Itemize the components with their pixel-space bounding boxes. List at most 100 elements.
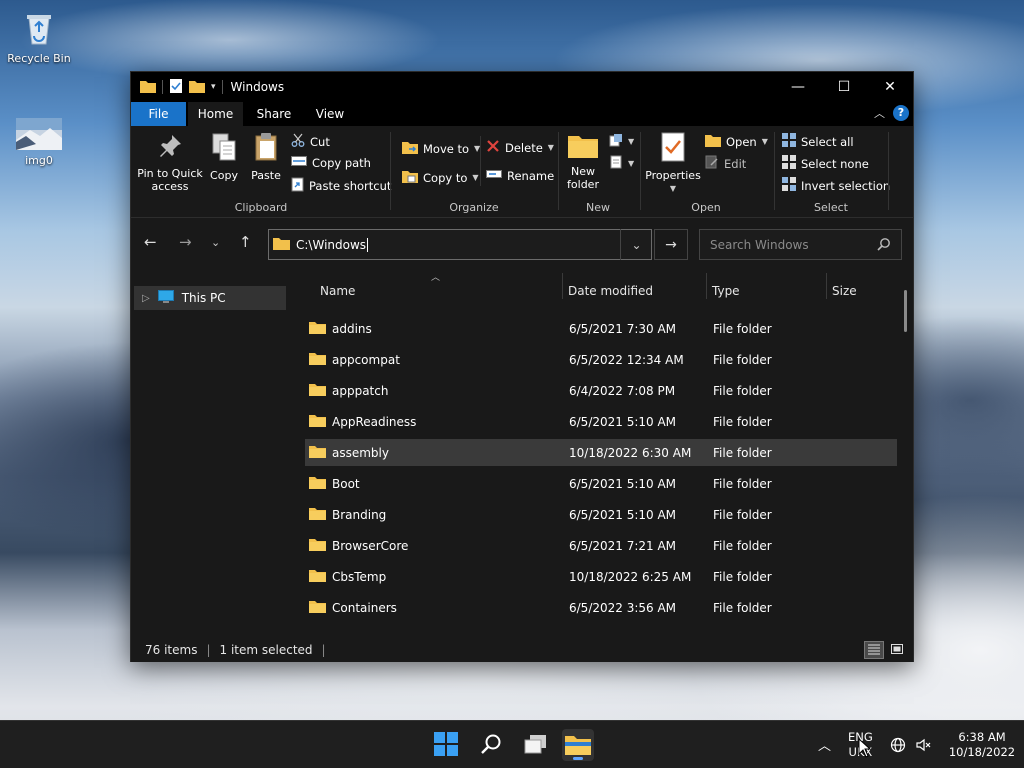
tree-item-this-pc[interactable]: ▷ This PC [134, 286, 286, 310]
back-arrow-icon[interactable]: ← [144, 233, 157, 251]
close-button[interactable]: ✕ [867, 72, 913, 102]
column-header-name[interactable]: Name [320, 278, 355, 304]
maximize-button[interactable]: ☐ [821, 72, 867, 102]
clock-date: 10/18/2022 [948, 745, 1016, 759]
file-row[interactable]: assembly 10/18/2022 6:30 AM File folder [305, 439, 897, 466]
delete-icon [486, 139, 500, 156]
details-view-icon [867, 643, 881, 658]
delete-button[interactable]: Delete ▼ [486, 139, 554, 156]
quick-access-dropdown-icon[interactable]: ▾ [211, 82, 216, 92]
select-none-button[interactable]: Select none [782, 155, 869, 172]
file-row[interactable]: CbsTemp 10/18/2022 6:25 AM File folder [305, 563, 897, 590]
open-button[interactable]: Open ▼ [705, 133, 768, 150]
rename-button[interactable]: Rename [486, 168, 554, 183]
file-row[interactable]: Boot 6/5/2021 5:10 AM File folder [305, 470, 897, 497]
edit-button[interactable]: Edit [705, 155, 746, 172]
forward-arrow-icon[interactable]: → [179, 233, 192, 251]
go-arrow-icon[interactable]: → [654, 229, 688, 260]
navigation-pane: ▷ This PC [131, 270, 291, 646]
this-pc-icon [157, 289, 174, 307]
copy-button[interactable]: Copy [207, 132, 241, 182]
start-button[interactable] [430, 729, 462, 761]
cut-button[interactable]: Cut [291, 133, 330, 150]
file-name-cell: apppatch [309, 382, 388, 399]
column-divider[interactable] [562, 273, 563, 299]
address-history-chevron-icon[interactable]: ⌄ [620, 229, 652, 260]
new-folder-icon [565, 132, 601, 161]
file-name: Branding [332, 507, 387, 522]
date-modified-cell: 6/5/2021 5:10 AM [569, 476, 677, 491]
file-row[interactable]: Containers 6/5/2022 3:56 AM File folder [305, 594, 897, 621]
file-row[interactable]: AppReadiness 6/5/2021 5:10 AM File folder [305, 408, 897, 435]
paste-shortcut-button[interactable]: Paste shortcut [291, 177, 391, 195]
pin-to-quick-access-button[interactable]: Pin to Quick access [137, 132, 203, 193]
divider: | [321, 643, 326, 657]
tab-share[interactable]: Share [249, 102, 299, 126]
network-globe-icon[interactable] [890, 737, 906, 756]
invert-selection-button[interactable]: Invert selection [782, 177, 890, 194]
file-row[interactable]: appcompat 6/5/2022 12:34 AM File folder [305, 346, 897, 373]
scissors-icon [291, 133, 305, 150]
group-label-new: New [586, 201, 610, 214]
vertical-scrollbar[interactable] [904, 290, 907, 332]
system-clock[interactable]: 6:38 AM 10/18/2022 [940, 730, 1024, 760]
help-icon[interactable]: ? [893, 105, 909, 121]
taskbar-search-button[interactable] [475, 729, 507, 761]
search-box[interactable]: Search Windows [699, 229, 902, 260]
column-divider[interactable] [706, 273, 707, 299]
desktop-icon-img0[interactable]: img0 [4, 118, 74, 167]
file-row[interactable]: BrowserCore 6/5/2021 7:21 AM File folder [305, 532, 897, 559]
copy-path-button[interactable]: Copy path [291, 155, 371, 170]
paste-button[interactable]: Paste [247, 132, 285, 182]
date-modified-cell: 6/5/2021 7:30 AM [569, 321, 677, 336]
folder-icon [309, 413, 326, 430]
desktop-icon-recycle-bin[interactable]: Recycle Bin [4, 8, 74, 65]
recent-locations-chevron-icon[interactable]: ⌄ [211, 236, 220, 249]
date-modified-cell: 6/5/2022 3:56 AM [569, 600, 677, 615]
title-bar[interactable]: ▾ Windows — ☐ ✕ [131, 72, 913, 102]
group-divider [390, 132, 391, 210]
type-cell: File folder [713, 569, 772, 584]
collapse-ribbon-icon[interactable]: ︿ [874, 105, 885, 121]
task-view-button[interactable] [520, 729, 552, 761]
file-row[interactable]: Branding 6/5/2021 5:10 AM File folder [305, 501, 897, 528]
edit-label: Edit [724, 156, 747, 171]
tab-file[interactable]: File [131, 102, 186, 126]
select-all-label: Select all [801, 134, 854, 149]
column-header-type[interactable]: Type [712, 278, 740, 304]
column-divider[interactable] [826, 273, 827, 299]
details-view-button[interactable] [864, 641, 884, 659]
file-explorer-taskbar-button[interactable] [562, 729, 594, 761]
status-bar: 76 items | 1 item selected | [131, 638, 913, 662]
volume-muted-icon[interactable] [916, 737, 932, 756]
large-icons-view-button[interactable] [887, 641, 907, 659]
easy-access-icon [609, 155, 623, 172]
easy-access-button[interactable]: ▼ [609, 155, 634, 172]
new-folder-button[interactable]: New folder [565, 132, 601, 191]
properties-button[interactable]: Properties ▼ [645, 132, 701, 195]
file-row[interactable]: addins 6/5/2021 7:30 AM File folder [305, 315, 897, 342]
new-item-button[interactable]: ▼ [609, 133, 634, 150]
column-header-date-modified[interactable]: Date modified [568, 278, 653, 304]
tab-home[interactable]: Home [188, 102, 243, 126]
task-view-icon [524, 733, 548, 758]
copy-to-button[interactable]: Copy to ▼ [402, 168, 479, 187]
column-header-size[interactable]: Size [832, 278, 857, 304]
move-to-button[interactable]: Move to ▼ [402, 139, 480, 158]
folder-icon [309, 599, 326, 616]
properties-quick-icon[interactable] [169, 78, 183, 97]
file-name-cell: assembly [309, 444, 389, 461]
select-all-button[interactable]: Select all [782, 133, 854, 150]
expand-chevron-icon[interactable]: ▷ [142, 293, 150, 304]
minimize-button[interactable]: — [775, 72, 821, 102]
window-title: Windows [230, 80, 285, 94]
group-label-organize: Organize [449, 201, 499, 214]
address-bar[interactable]: C:\Windows [268, 229, 652, 260]
up-arrow-icon[interactable]: ↑ [239, 233, 252, 251]
folder-icon [309, 506, 326, 523]
search-placeholder: Search Windows [710, 237, 809, 252]
show-hidden-icons-chevron-icon[interactable]: ︿ [818, 735, 831, 754]
new-folder-quick-icon[interactable] [189, 79, 205, 96]
tab-view[interactable]: View [307, 102, 353, 126]
file-row[interactable]: apppatch 6/4/2022 7:08 PM File folder [305, 377, 897, 404]
